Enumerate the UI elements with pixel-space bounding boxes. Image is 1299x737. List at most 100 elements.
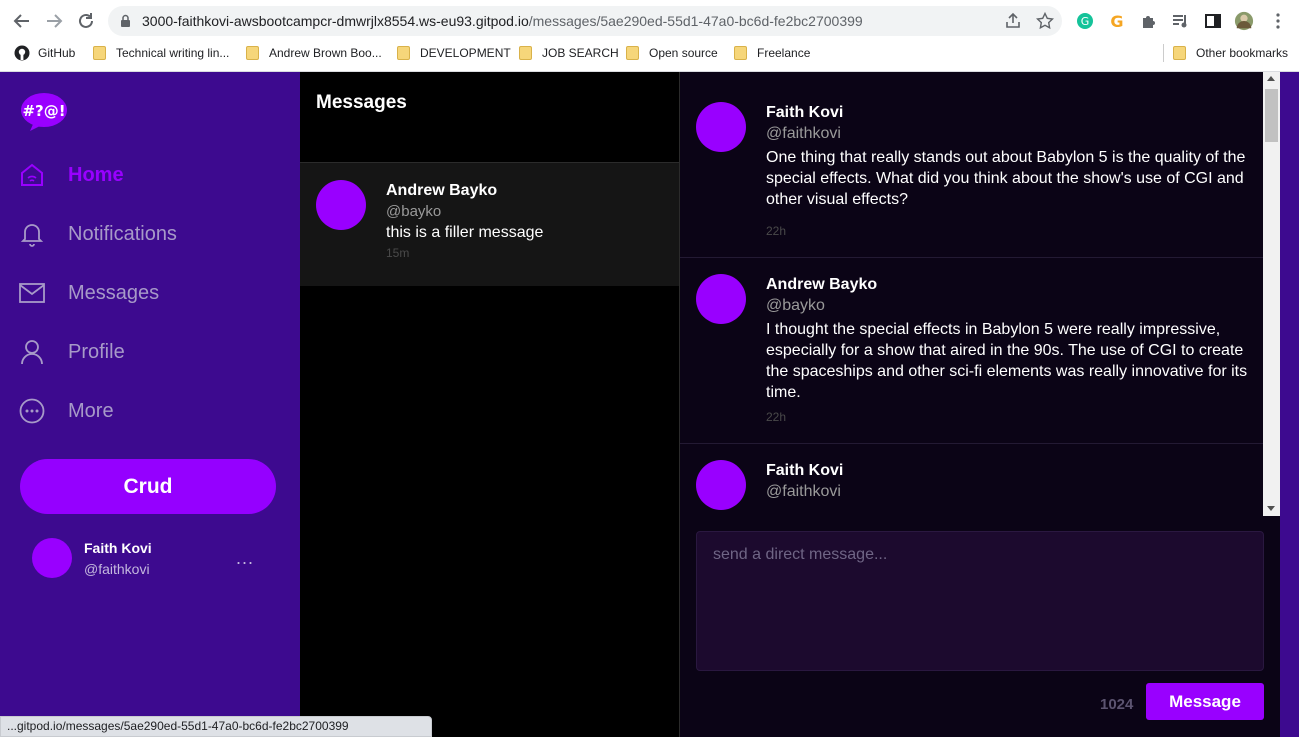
bookmark-job-search[interactable]: JOB SEARCH xyxy=(519,44,619,62)
message-handle: @bayko xyxy=(766,297,825,314)
sidebar-item-profile[interactable]: Profile xyxy=(18,334,125,370)
folder-icon xyxy=(626,46,639,60)
message-handle: @faithkovi xyxy=(766,483,841,500)
reload-icon xyxy=(79,13,93,28)
svg-text:G: G xyxy=(1081,15,1090,28)
arrow-left-icon xyxy=(13,14,29,28)
bookmark-label: Freelance xyxy=(757,46,811,60)
lock-icon xyxy=(121,14,130,27)
folder-icon xyxy=(734,46,747,60)
message-item: Faith Kovi @faithkovi xyxy=(680,444,1264,516)
folder-icon xyxy=(93,46,106,60)
browser-toolbar: 3000-faithkovi-awsbootcampcr-dmwrjlx8554… xyxy=(0,4,1299,38)
sidebar-item-label: Home xyxy=(68,163,124,186)
home-icon xyxy=(18,161,46,189)
bookmark-label: Technical writing lin... xyxy=(116,46,230,60)
bookmark-andrew-brown[interactable]: Andrew Brown Boo... xyxy=(246,44,382,62)
message-text: One thing that really stands out about B… xyxy=(766,149,1246,208)
puzzle-icon[interactable] xyxy=(1139,11,1159,31)
message-item: Faith Kovi @faithkovi One thing that rea… xyxy=(680,86,1264,258)
scroll-down-arrow-icon[interactable] xyxy=(1267,506,1275,511)
avatar xyxy=(32,538,72,578)
more-circle-icon xyxy=(18,397,46,425)
url-host: 3000-faithkovi-awsbootcampcr-dmwrjlx8554… xyxy=(142,13,529,29)
url-text: 3000-faithkovi-awsbootcampcr-dmwrjlx8554… xyxy=(142,13,863,29)
kebab-menu-icon[interactable] xyxy=(1268,11,1288,31)
svg-text:G: G xyxy=(1110,12,1123,30)
reload-button[interactable] xyxy=(72,7,100,35)
message-list: Faith Kovi @faithkovi One thing that rea… xyxy=(680,72,1264,516)
bookmark-label: JOB SEARCH xyxy=(542,46,619,60)
message-time: 22h xyxy=(766,410,787,424)
message-author: Faith Kovi xyxy=(766,462,844,479)
scroll-up-arrow-icon[interactable] xyxy=(1267,76,1275,81)
github-icon xyxy=(14,45,30,61)
avatar xyxy=(696,102,746,152)
media-icon[interactable] xyxy=(1171,11,1191,31)
share-icon[interactable] xyxy=(1004,12,1022,30)
folder-icon xyxy=(246,46,259,60)
message-group-preview: this is a filler message xyxy=(386,224,544,241)
sidebar-item-notifications[interactable]: Notifications xyxy=(18,216,177,252)
avatar xyxy=(696,460,746,510)
other-bookmarks-label: Other bookmarks xyxy=(1196,46,1289,60)
bookmark-label: DEVELOPMENT xyxy=(420,46,511,60)
logo[interactable]: #?@! xyxy=(20,92,68,132)
page-title: Messages xyxy=(316,92,407,113)
message-group-name: Andrew Bayko xyxy=(386,182,498,199)
avatar xyxy=(696,274,746,324)
g-extension-icon[interactable]: G xyxy=(1107,11,1127,31)
scroll-thumb[interactable] xyxy=(1265,89,1278,142)
send-message-button[interactable]: Message xyxy=(1146,683,1264,720)
bookmarks-divider xyxy=(1163,44,1164,62)
speech-bubble-logo-icon: #?@! xyxy=(21,93,67,131)
forward-button[interactable] xyxy=(40,7,68,35)
bookmark-other[interactable]: Other bookmarks xyxy=(1173,44,1288,62)
bookmarks-bar: GitHub Technical writing lin... Andrew B… xyxy=(0,40,1299,66)
bookmark-open-source[interactable]: Open source xyxy=(626,44,718,62)
thread-scrollbar[interactable] xyxy=(1263,72,1280,516)
back-button[interactable] xyxy=(8,7,36,35)
bookmark-label: Andrew Brown Boo... xyxy=(269,46,382,60)
profile-avatar-icon[interactable] xyxy=(1234,11,1254,31)
grammarly-icon[interactable]: G xyxy=(1075,11,1095,31)
message-group-item[interactable]: Andrew Bayko @bayko this is a filler mes… xyxy=(300,163,679,286)
bookmark-freelance[interactable]: Freelance xyxy=(734,44,810,62)
address-bar[interactable]: 3000-faithkovi-awsbootcampcr-dmwrjlx8554… xyxy=(108,6,1062,36)
star-icon[interactable] xyxy=(1036,12,1054,30)
sidebar-item-more[interactable]: More xyxy=(18,393,114,429)
browser-status-bar: ...gitpod.io/messages/5ae290ed-55d1-47a0… xyxy=(0,716,432,737)
folder-icon xyxy=(1173,46,1186,60)
message-item: Andrew Bayko @bayko I thought the specia… xyxy=(680,258,1264,444)
envelope-icon xyxy=(18,279,46,307)
bookmark-label: Open source xyxy=(649,46,718,60)
bell-icon xyxy=(18,220,46,248)
bookmark-technical-writing[interactable]: Technical writing lin... xyxy=(93,44,229,62)
person-icon xyxy=(18,338,46,366)
character-count: 1024 xyxy=(1100,696,1134,713)
bookmark-github[interactable]: GitHub xyxy=(14,44,75,62)
browser-chrome: 3000-faithkovi-awsbootcampcr-dmwrjlx8554… xyxy=(0,0,1299,72)
sidebar-item-home[interactable]: Home xyxy=(18,157,124,193)
sidebar-item-label: More xyxy=(68,399,114,422)
current-user[interactable]: Faith Kovi @faithkovi ... xyxy=(32,538,272,580)
message-author: Andrew Bayko xyxy=(766,276,878,293)
avatar xyxy=(316,180,366,230)
right-edge-panel xyxy=(1280,72,1299,737)
arrow-right-icon xyxy=(47,14,63,28)
folder-icon xyxy=(397,46,410,60)
sidepanel-icon[interactable] xyxy=(1203,11,1223,31)
message-groups-header: Messages xyxy=(300,72,680,163)
crud-button[interactable]: Crud xyxy=(20,459,276,514)
app: #?@! Home Notifications Messages Profile… xyxy=(0,72,1299,737)
url-path: /messages/5ae290ed-55d1-47a0-bc6d-fe2bc2… xyxy=(528,13,863,29)
sidebar-item-messages[interactable]: Messages xyxy=(18,275,159,311)
current-user-name: Faith Kovi xyxy=(84,540,152,556)
message-author: Faith Kovi xyxy=(766,104,844,121)
message-handle: @faithkovi xyxy=(766,125,841,142)
bookmark-development[interactable]: DEVELOPMENT xyxy=(397,44,511,62)
bookmark-label: GitHub xyxy=(38,46,76,60)
message-group-handle: @bayko xyxy=(386,203,442,220)
user-menu-icon[interactable]: ... xyxy=(236,548,254,569)
message-composer-input[interactable] xyxy=(696,531,1264,671)
